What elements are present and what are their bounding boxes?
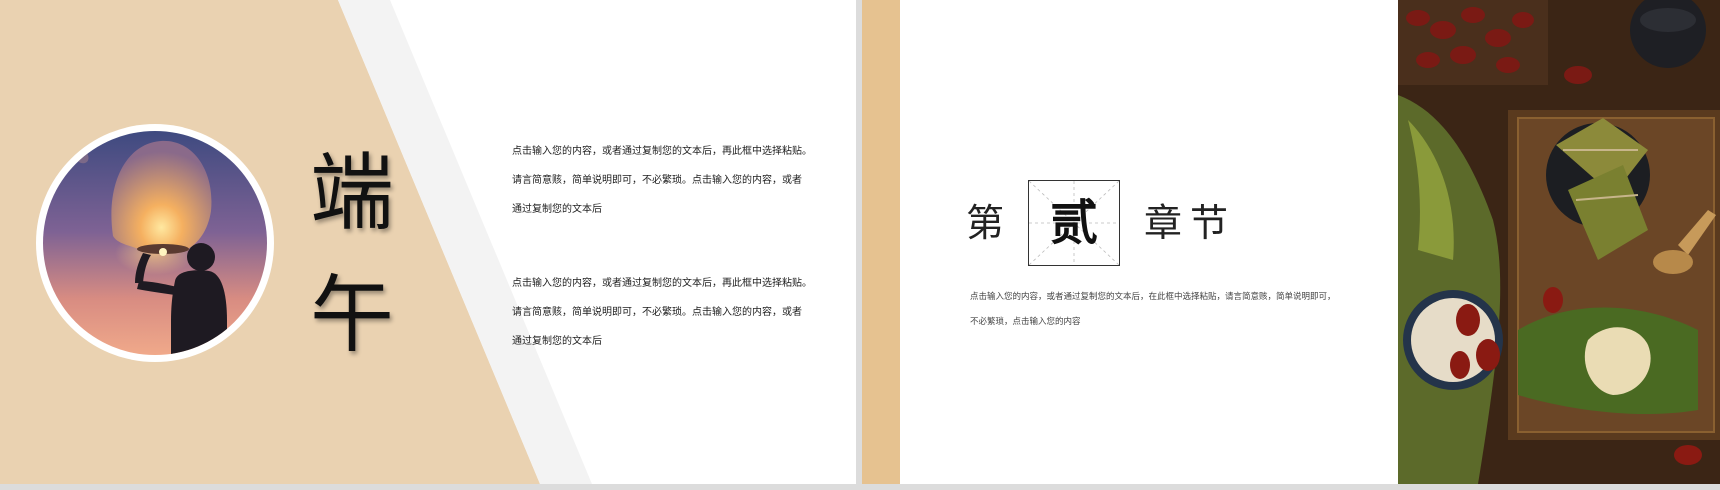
text-line: 请言简意赅，简单说明即可，不必繁琐。点击输入您的内容，或者: [512, 307, 802, 318]
text-line: 通过复制您的文本后: [512, 336, 602, 347]
chapter-description[interactable]: 点击输入您的内容，或者通过复制您的文本后，在此框中选择粘贴，请言简意赅，简单说明…: [970, 285, 1370, 335]
text-line: 请言简意赅，简单说明即可，不必繁琐。点击输入您的内容，或者: [512, 175, 802, 186]
chapter-prefix: 第: [966, 201, 1005, 245]
lantern-image: [43, 131, 267, 355]
title-char-wu: 午: [310, 266, 395, 364]
zongzi-photo: [1398, 0, 1720, 484]
text-line: 不必繁琐，点击输入您的内容: [970, 317, 1081, 327]
text-block-1[interactable]: 点击输入您的内容，或者通过复制您的文本后，再此框中选择粘贴。 请言简意赅，简单说…: [512, 137, 832, 224]
chapter-number-box: 贰: [1028, 180, 1120, 266]
text-block-2[interactable]: 点击输入您的内容，或者通过复制您的文本后，再此框中选择粘贴。 请言简意赅，简单说…: [512, 269, 832, 356]
slide-dragon-boat[interactable]: 端 午 点击输入您的内容，或者通过复制您的文本后，再此框中选择粘贴。 请言简意赅…: [0, 0, 856, 484]
lantern-photo: [43, 131, 267, 355]
accent-strip: [862, 0, 900, 484]
text-line: 点击输入您的内容，或者通过复制您的文本后，再此框中选择粘贴。: [512, 278, 812, 289]
slide-chapter-two[interactable]: 第 贰 章节 点击输入您的内容，或者通过复制您的文本后，在此框中选择粘贴，请言简…: [862, 0, 1720, 484]
text-line: 点击输入您的内容，或者通过复制您的文本后，在此框中选择粘贴，请言简意赅，简单说明…: [970, 292, 1336, 302]
chapter-suffix: 章节: [1144, 201, 1237, 245]
zongzi-image: [1398, 0, 1720, 484]
chapter-number: 贰: [1049, 195, 1098, 251]
text-line: 通过复制您的文本后: [512, 204, 602, 215]
text-line: 点击输入您的内容，或者通过复制您的文本后，再此框中选择粘贴。: [512, 146, 812, 157]
title-char-duan: 端: [310, 144, 395, 242]
